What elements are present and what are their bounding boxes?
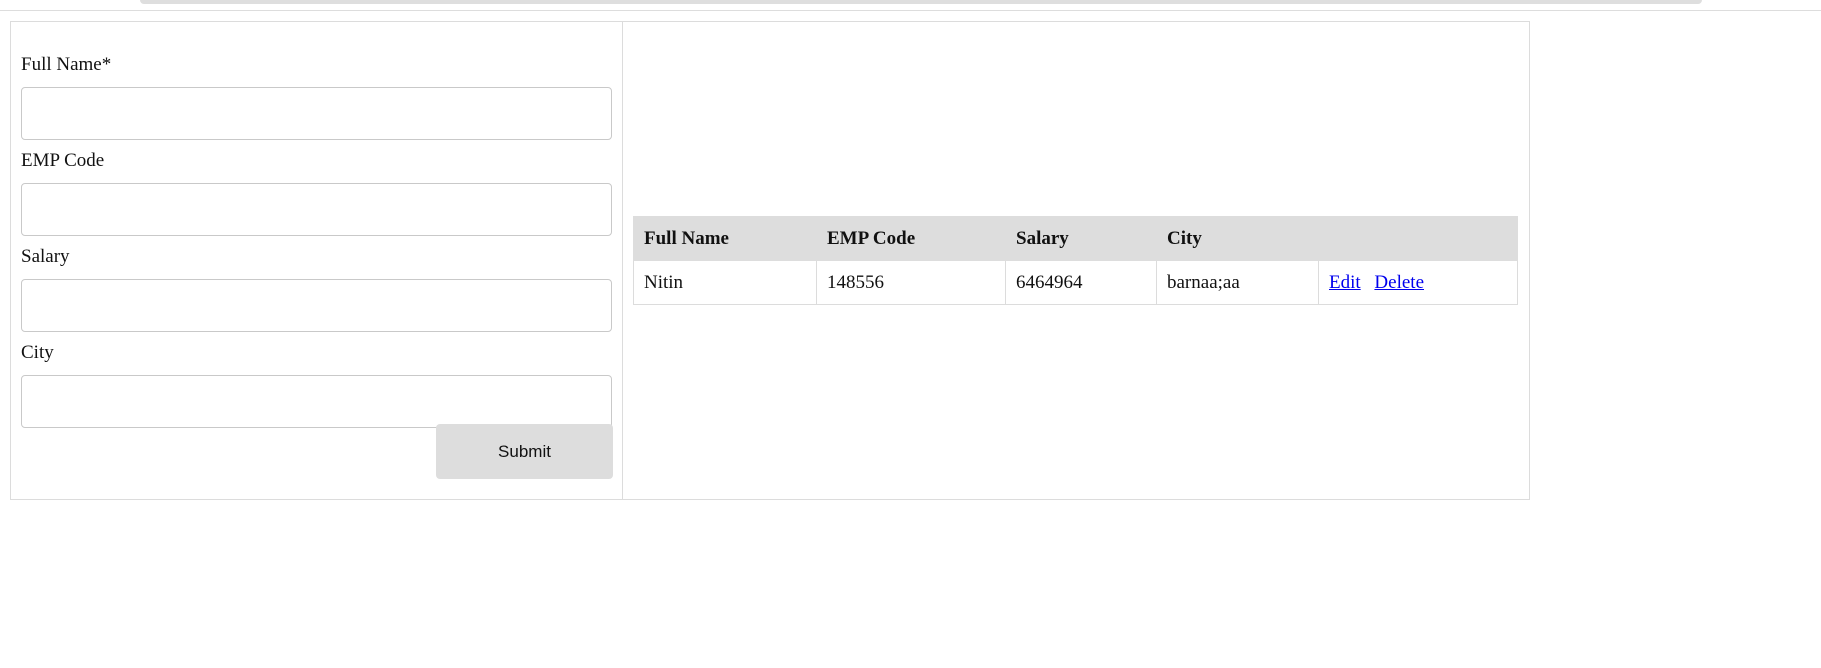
header-full-name: Full Name bbox=[633, 216, 817, 261]
submit-button[interactable]: Submit bbox=[436, 424, 613, 479]
full-name-input[interactable] bbox=[21, 87, 612, 140]
salary-label: Salary bbox=[21, 246, 70, 267]
employee-table: Full Name EMP Code Salary City Nitin 148… bbox=[633, 216, 1518, 305]
emp-code-input[interactable] bbox=[21, 183, 612, 236]
employee-form: Full Name* EMP Code Salary City Submit bbox=[11, 22, 623, 499]
salary-input[interactable] bbox=[21, 279, 612, 332]
header-salary: Salary bbox=[1005, 216, 1157, 261]
top-scrollbar[interactable] bbox=[140, 0, 1702, 4]
table-header-row: Full Name EMP Code Salary City bbox=[633, 216, 1518, 261]
city-input[interactable] bbox=[21, 375, 612, 428]
cell-emp-code: 148556 bbox=[816, 260, 1006, 305]
header-emp-code: EMP Code bbox=[816, 216, 1006, 261]
header-actions bbox=[1318, 216, 1518, 261]
cell-actions: Edit Delete bbox=[1318, 260, 1518, 305]
employee-list: Full Name EMP Code Salary City Nitin 148… bbox=[623, 22, 1529, 499]
layout-table: Full Name* EMP Code Salary City Submit F… bbox=[10, 21, 1530, 500]
header-city: City bbox=[1156, 216, 1319, 261]
cell-full-name: Nitin bbox=[633, 260, 817, 305]
table-row: Nitin 148556 6464964 barnaa;aa Edit Dele… bbox=[633, 260, 1518, 305]
emp-code-label: EMP Code bbox=[21, 150, 105, 171]
cell-city: barnaa;aa bbox=[1156, 260, 1319, 305]
top-divider bbox=[0, 10, 1821, 11]
full-name-label: Full Name* bbox=[21, 54, 112, 75]
edit-link[interactable]: Edit bbox=[1329, 272, 1361, 293]
delete-link[interactable]: Delete bbox=[1374, 272, 1424, 293]
cell-salary: 6464964 bbox=[1005, 260, 1157, 305]
city-label: City bbox=[21, 342, 54, 363]
